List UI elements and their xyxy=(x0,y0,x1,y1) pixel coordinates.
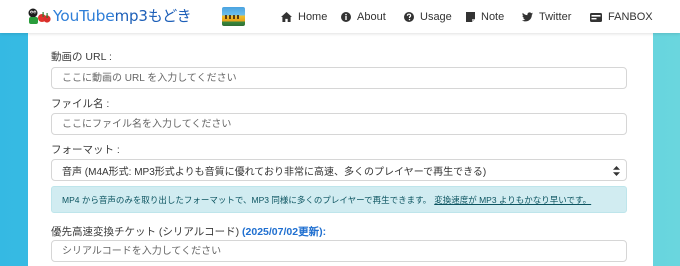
nav-twitter-label: Twitter xyxy=(539,11,572,23)
format-info-alert: MP4 から音声のみを取り出したフォーマットで、MP3 同様に多くのプレイヤーで… xyxy=(51,186,627,213)
navbar: YouTubemp3もどき Home About Usage Note Twit… xyxy=(0,0,680,33)
nav-fanbox[interactable]: FANBOX xyxy=(590,9,653,25)
question-circle-icon xyxy=(404,12,414,22)
nav-twitter[interactable]: Twitter xyxy=(522,9,571,25)
filename-label: ファイル名 : xyxy=(51,98,110,110)
nav-usage-label: Usage xyxy=(420,11,452,23)
ticket-label-text: 優先高速変換チケット (シリアルコード) xyxy=(51,226,240,238)
brand-title-part1: YouTube xyxy=(53,7,115,25)
brand-title-part2: mp3もどき xyxy=(114,7,192,25)
nav-note[interactable]: Note xyxy=(466,9,504,25)
format-info-text: MP4 から音声のみを取り出したフォーマットで、MP3 同様に多くのプレイヤーで… xyxy=(62,194,432,205)
fanbox-icon xyxy=(590,12,602,22)
serial-code-input[interactable] xyxy=(51,240,627,262)
sunflower-thumbnail-icon xyxy=(222,7,245,26)
brand-title: YouTubemp3もどき xyxy=(53,5,192,26)
filename-input[interactable] xyxy=(51,113,627,135)
format-info-speed-note: 変換速度が MP3 よりもかなり早いです。 xyxy=(434,194,592,205)
converter-form-card: 動画の URL : ファイル名 : フォーマット : 音声 (M4A形式: MP… xyxy=(28,33,653,266)
format-label: フォーマット : xyxy=(51,144,120,156)
format-select[interactable]: 音声 (M4A形式: MP3形式よりも音質に優れており非常に高速、多くのプレイヤ… xyxy=(51,159,627,181)
ticket-update-date: (2025/07/02更新): xyxy=(242,226,327,238)
nav-home[interactable]: Home xyxy=(281,9,327,25)
home-icon xyxy=(281,12,292,22)
logo-icon xyxy=(28,8,51,24)
select-updown-icon xyxy=(613,166,620,176)
nav-about[interactable]: About xyxy=(341,9,386,25)
nav-fanbox-label: FANBOX xyxy=(608,11,653,23)
nav-note-label: Note xyxy=(481,11,505,23)
info-circle-icon xyxy=(341,12,351,22)
nav-about-label: About xyxy=(357,11,386,23)
url-label: 動画の URL : xyxy=(51,51,112,63)
nav-usage[interactable]: Usage xyxy=(404,9,452,25)
nav-home-label: Home xyxy=(298,11,328,23)
twitter-icon xyxy=(522,12,533,22)
url-input[interactable] xyxy=(51,67,627,89)
ticket-label: 優先高速変換チケット (シリアルコード) (2025/07/02更新): xyxy=(51,224,326,239)
format-selected-value: 音声 (M4A形式: MP3形式よりも音質に優れており非常に高速、多くのプレイヤ… xyxy=(62,166,487,178)
note-icon xyxy=(466,12,475,22)
